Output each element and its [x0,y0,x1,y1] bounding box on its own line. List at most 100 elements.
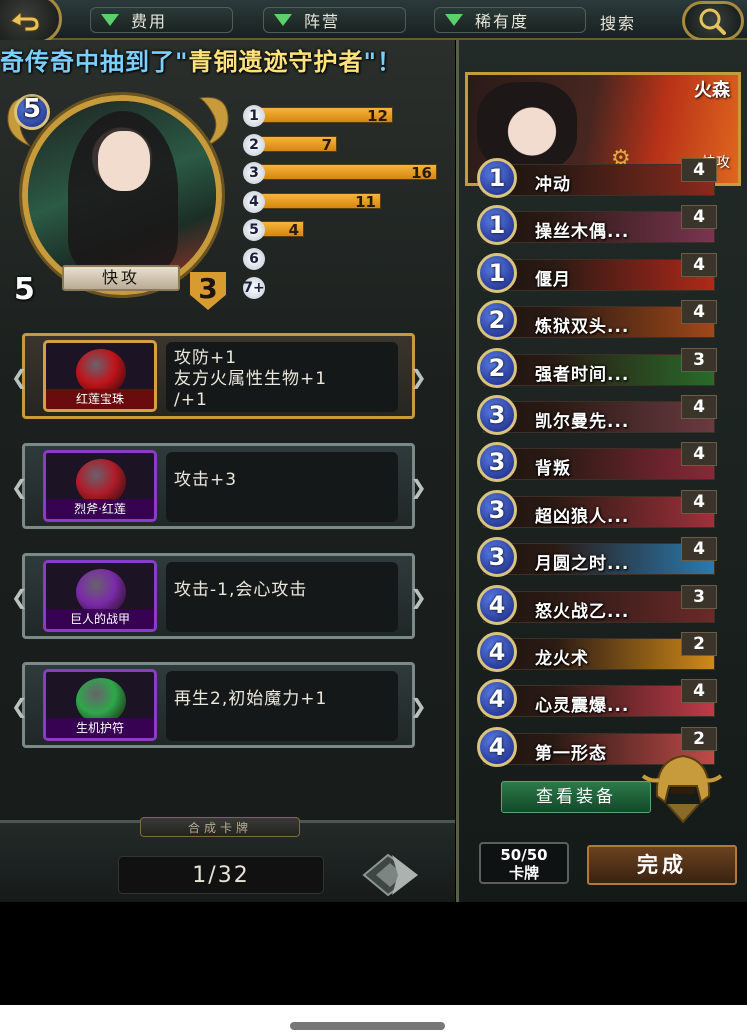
deck-card-cost: 3 [477,537,517,578]
curve-row: 12 1 [243,102,443,131]
deck-card[interactable]: 2 强者时间... 3 [477,347,717,390]
curve-cost: 4 [243,190,265,213]
curve-bar: 12 [259,107,393,125]
equipment-slot[interactable]: ❮ ❯ 红莲宝珠 攻防+1 友方火属性生物+1 /+1 [11,333,427,419]
curve-cost: 5 [243,219,265,242]
back-arrow-icon [10,10,40,32]
hero-health-value: 3 [198,272,218,305]
filter-faction[interactable]: 阵营 [263,7,406,33]
chevron-right-icon: ❯ [410,694,427,718]
curve-row: 45 [243,216,443,245]
hero-cost: 5 [22,94,42,124]
deck-card-count: 4 [681,252,717,277]
deck-card-name: 龙火术 [535,649,589,669]
filter-cost[interactable]: 费用 [90,7,233,33]
deck-card[interactable]: 3 背叛 4 [477,442,717,484]
curve-count: 12 [367,107,388,125]
curve-bar: 11 [259,192,381,211]
filter-rarity-label: 稀有度 [475,12,530,31]
deck-card-name: 冲动 [535,175,571,195]
filter-faction-label: 阵营 [304,12,341,31]
deck-card-count: 4 [681,158,717,182]
deck-card-cost: 1 [477,158,517,198]
deck-card[interactable]: 1 偃月 4 [477,252,717,295]
chevron-left-icon: ❮ [11,585,28,609]
deck-card-cost: 4 [477,632,517,672]
deck-card-cost: 3 [477,489,517,530]
deck-card-name: 怒火战乙... [535,601,630,622]
deck-card[interactable]: 3 月圆之时... 4 [477,537,717,579]
hero-health: 3 [190,272,226,310]
deck-card-name: 凯尔曼先... [535,412,630,432]
deck-list-panel: 火森 快攻 ⚙ 1冲动41操丝木偶...41偃月42炼狱双头...42强者时间.… [456,40,747,902]
deck-card-cost: 2 [477,300,517,341]
curve-row: 6 [243,245,443,274]
bottom-left-bar: 合成卡牌 1/32 [0,817,455,902]
deck-card-count: 4 [681,300,717,325]
deck-card-count: 50/50 卡牌 [479,842,569,884]
deck-card-count: 4 [681,489,717,514]
deck-card[interactable]: 3 凯尔曼先... 4 [477,395,717,437]
deck-card[interactable]: 3 超凶狼人... 4 [477,489,717,532]
deck-card-cost: 4 [477,584,517,625]
deck-card-cost: 4 [477,726,517,767]
deck-card[interactable]: 1 操丝木偶... 4 [477,205,717,247]
done-button[interactable]: 完成 [587,845,737,885]
top-bar: 费用 阵营 稀有度 搜索 [0,0,747,44]
deck-card[interactable]: 1 冲动 4 [477,158,717,200]
deck-card-cost: 3 [477,395,517,435]
deck-card-count: 3 [681,347,717,372]
back-button[interactable] [0,0,62,44]
search-button[interactable] [682,1,744,41]
dropdown-triangle-icon [101,14,119,26]
chevron-left-icon: ❮ [11,475,28,499]
chevron-left-icon: ❮ [11,694,28,718]
view-equipment-button[interactable]: 查看装备 [501,781,651,813]
filter-rarity[interactable]: 稀有度 [434,7,586,33]
equipment-slot[interactable]: ❮ ❯ 烈斧·红莲 攻击+3 [11,443,427,529]
equipment-description: 攻击+3 [166,452,398,522]
curve-cost: 7+ [243,276,265,299]
curve-count: 11 [355,192,376,211]
equipment-icon[interactable]: 生机护符 [43,669,157,741]
deck-card[interactable]: 2 炼狱双头... 4 [477,300,717,342]
equipment-slot[interactable]: ❮ ❯ 生机护符 再生2,初始魔力+1 [11,662,427,748]
chevron-left-icon: ❮ [11,365,28,389]
curve-row: 72 [243,131,443,160]
curve-count: 4 [288,221,299,240]
deck-card-name: 强者时间... [535,364,630,385]
curve-bar: 4 [259,221,304,240]
deck-count-label: 卡牌 [508,864,539,882]
deck-card-count: 2 [681,632,717,656]
equipment-icon[interactable]: 烈斧·红莲 [43,450,157,522]
filter-cost-label: 费用 [131,12,168,31]
synthesize-cards-tab[interactable]: 合成卡牌 [140,817,300,837]
chevron-right-icon: ❯ [410,365,427,389]
deck-card-name: 月圆之时... [535,554,630,575]
deck-card[interactable]: 4 龙火术 2 [477,632,717,674]
next-page-arrow-icon[interactable] [358,849,422,901]
equipment-name: 生机护符 [46,718,154,738]
deck-card-name: 超凶狼人... [535,506,630,527]
equipment-icon[interactable]: 红莲宝珠 [43,340,157,412]
curve-count: 7 [321,135,332,154]
deck-count-value: 50/50 [500,846,548,864]
equipment-name: 烈斧·红莲 [46,499,154,519]
curve-bar: 7 [259,135,337,154]
page-indicator: 1/32 [118,856,324,894]
deck-card[interactable]: 4 怒火战乙... 3 [477,584,717,627]
dropdown-triangle-icon [274,14,292,26]
curve-row: 11 4 [243,188,443,217]
home-indicator[interactable] [290,1022,445,1030]
equipment-icon[interactable]: 巨人的战甲 [43,560,157,632]
helmet-icon[interactable] [637,746,727,830]
deck-card-list[interactable]: 1 冲动 4 1 操丝木偶... 4 1 偃月 4 2 炼狱双头... 4 2 强者时间... 3 3 凯尔曼先… [477,158,717,770]
deck-card-name: 心灵震爆... [535,696,630,717]
deck-card[interactable]: 4 心灵震爆... 4 [477,679,717,721]
curve-bar: 16 [259,164,437,182]
mana-curve: 12 1 7 2 16 3 11 4 4 5 6 7+ [243,102,443,302]
equipment-description: 攻防+1 友方火属性生物+1 /+1 [166,342,398,412]
chevron-right-icon: ❯ [410,585,427,609]
equipment-slot[interactable]: ❮ ❯ 巨人的战甲 攻击-1,会心攻击 [11,553,427,639]
deck-card-cost: 2 [477,347,517,388]
